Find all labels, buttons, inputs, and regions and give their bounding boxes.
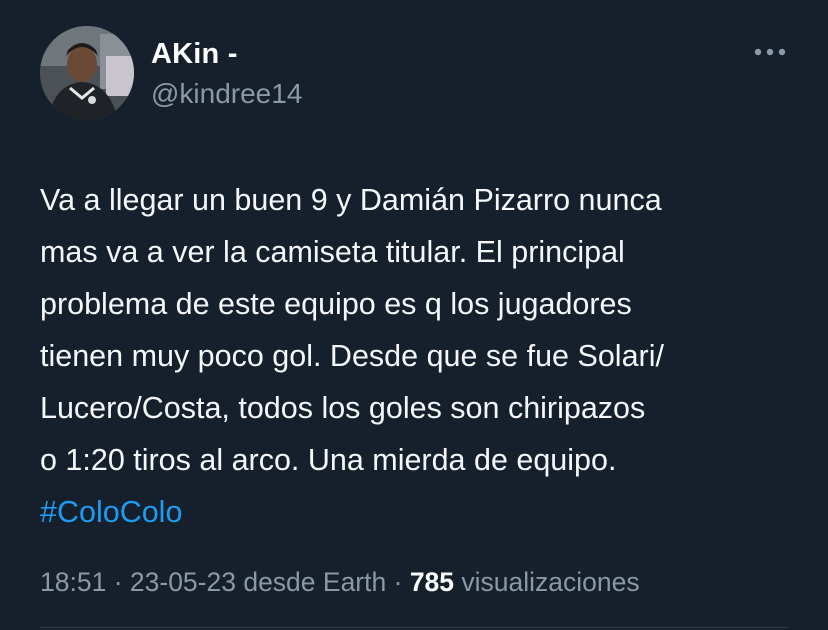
views-label: visualizaciones	[454, 567, 640, 597]
tweet-text-line: o 1:20 tiros al arco. Una mierda de equi…	[40, 443, 617, 477]
author-handle[interactable]: @kindree14	[151, 78, 302, 110]
tweet-card: AKin - @kindree14 Va a llegar un buen 9 …	[0, 0, 828, 630]
tweet-text: Va a llegar un buen 9 y Damián Pizarro n…	[40, 174, 800, 538]
tweet-source: desde Earth	[235, 567, 387, 597]
tweet-text-line: mas va a ver la camiseta titular. El pri…	[40, 235, 625, 269]
tweet-metadata: 18:51 · 23-05-23 desde Earth · 785 visua…	[40, 567, 640, 598]
tweet-text-line: Lucero/Costa, todos los goles son chirip…	[40, 391, 646, 425]
meta-separator: ·	[106, 567, 130, 597]
tweet-text-line: tienen muy poco gol. Desde que se fue So…	[40, 339, 664, 373]
views-count[interactable]: 785	[410, 567, 454, 597]
tweet-text-line: problema de este equipo es q los jugador…	[40, 287, 632, 321]
profile-photo-icon	[40, 26, 134, 120]
more-options-button[interactable]	[748, 38, 792, 66]
tweet-time[interactable]: 18:51	[40, 567, 106, 597]
tweet-text-line: Va a llegar un buen 9 y Damián Pizarro n…	[40, 183, 662, 217]
more-horizontal-icon	[754, 48, 786, 56]
hashtag-link[interactable]: #ColoColo	[40, 486, 800, 538]
meta-separator: ·	[386, 567, 410, 597]
divider	[40, 627, 788, 628]
author-display-name[interactable]: AKin -	[151, 38, 238, 71]
tweet-date[interactable]: 23-05-23	[130, 567, 236, 597]
author-avatar[interactable]	[40, 26, 134, 120]
